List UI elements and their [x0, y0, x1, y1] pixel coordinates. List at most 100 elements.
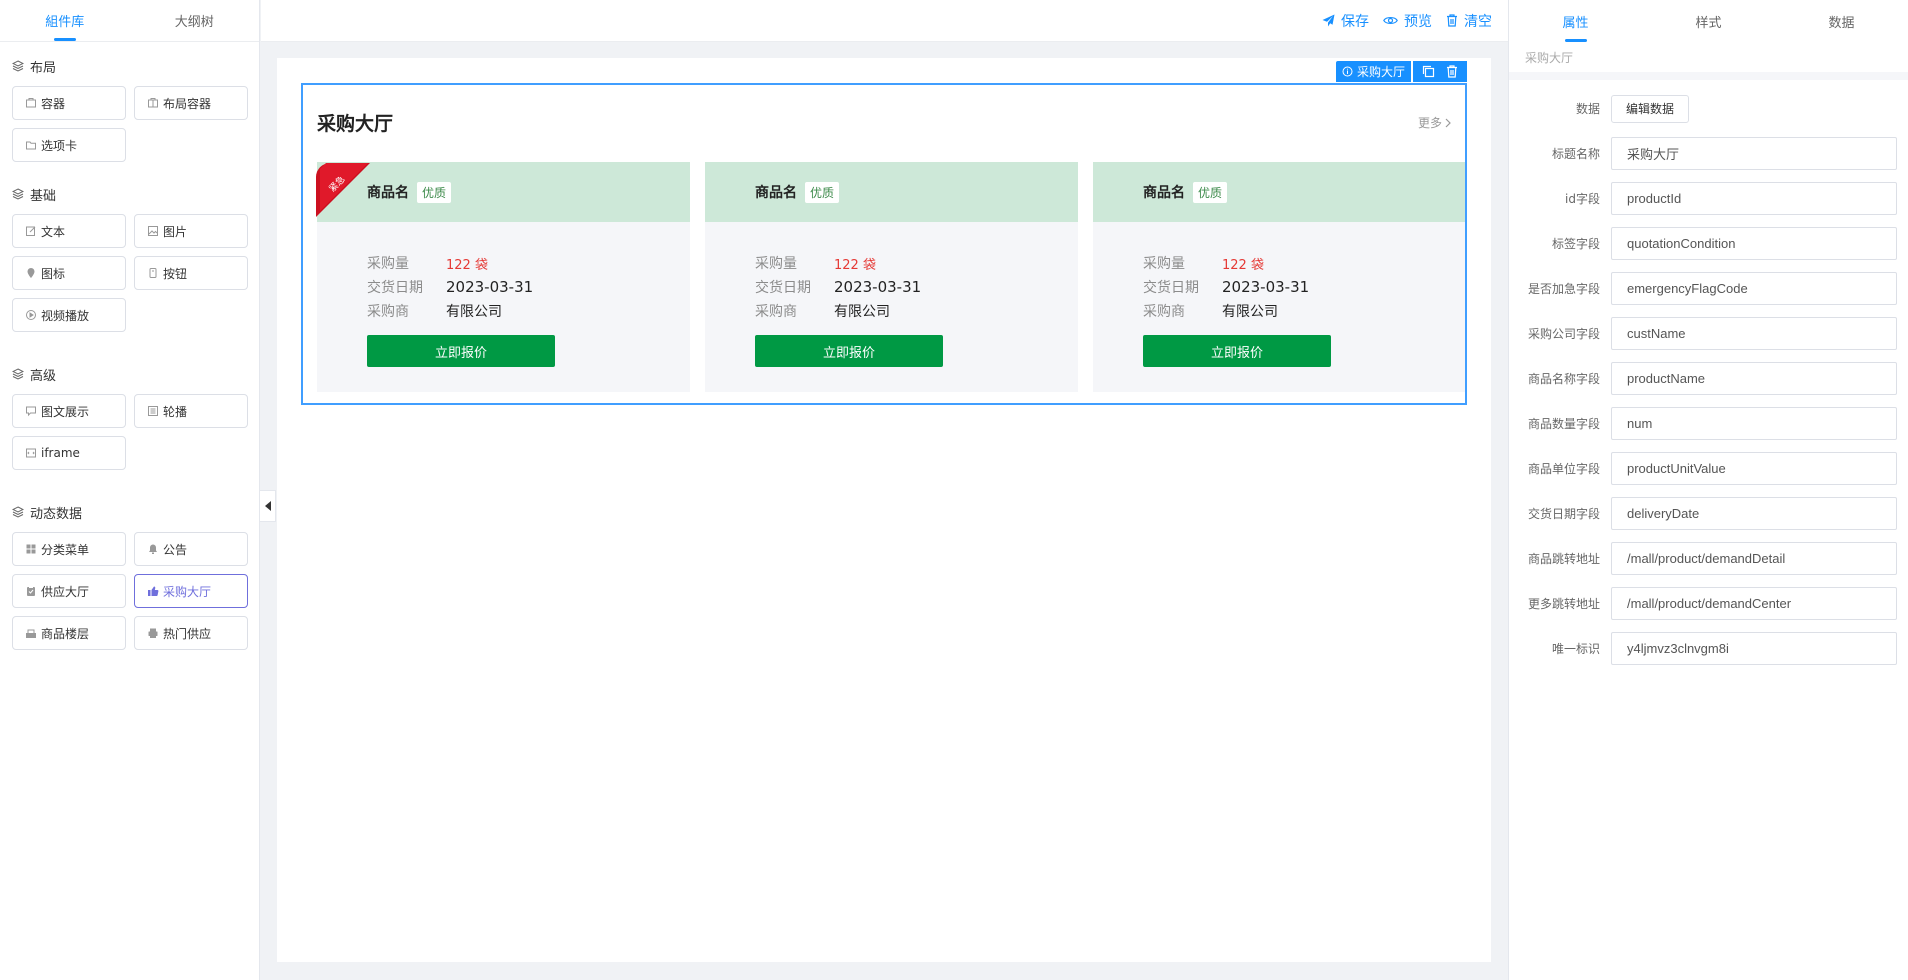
component-label: 图片: [163, 224, 188, 239]
field-input-unique-id[interactable]: y4ljmvz3clnvgm8i: [1611, 632, 1897, 665]
clear-button[interactable]: 清空: [1446, 11, 1492, 31]
field-input-tag[interactable]: quotationCondition: [1611, 227, 1897, 260]
component-label: 供应大厅: [41, 584, 90, 599]
component-hot-supply[interactable]: 热门供应: [134, 616, 248, 650]
category-title: 基础: [30, 188, 57, 204]
component-label: iframe: [41, 446, 80, 460]
tab-styles[interactable]: 样式: [1642, 0, 1775, 42]
preview-button[interactable]: 预览: [1383, 11, 1432, 31]
quality-tag: 优质: [805, 181, 840, 203]
component-category-menu[interactable]: 分类菜单: [12, 532, 126, 566]
component-label: 热门供应: [163, 626, 212, 641]
quote-button[interactable]: 立即报价: [1143, 335, 1331, 367]
copy-icon[interactable]: [1422, 65, 1435, 78]
field-label: 商品数量字段: [1527, 417, 1600, 431]
date-row: 交货日期 2023-03-31: [367, 275, 690, 299]
tab-data[interactable]: 数据: [1775, 0, 1908, 42]
field-row: id字段 productId: [1509, 182, 1908, 215]
quote-button[interactable]: 立即报价: [755, 335, 943, 367]
component-product-floor[interactable]: 商品楼层: [12, 616, 126, 650]
field-label: 是否加急字段: [1527, 282, 1600, 296]
demand-card: 商品名 优质 采购量 122 袋 交货日期 2023-03-31 采购商 有限公司 立…: [316, 159, 690, 392]
iframe-icon: [25, 447, 37, 459]
container-icon: [25, 97, 37, 109]
category-advanced: 高级: [0, 364, 259, 384]
date-label: 交货日期: [1143, 280, 1199, 296]
quantity-row: 采购量 122 袋: [367, 251, 690, 275]
layers-icon: [12, 188, 24, 200]
field-row: 是否加急字段 emergencyFlagCode: [1509, 272, 1908, 305]
component-button[interactable]: 按钮: [134, 256, 248, 290]
field-input-unit[interactable]: productUnitValue: [1611, 452, 1897, 485]
shop-floor-icon: [25, 627, 37, 639]
save-label: 保存: [1341, 13, 1369, 30]
buyer-row: 采购商 有限公司: [755, 299, 1078, 323]
field-input-urgent[interactable]: emergencyFlagCode: [1611, 272, 1897, 305]
component-image-text[interactable]: 图文展示: [12, 394, 126, 428]
date-value: 2023-03-31: [1222, 278, 1310, 296]
component-text[interactable]: 文本: [12, 214, 126, 248]
tab-properties[interactable]: 属性: [1509, 0, 1642, 42]
field-input-delivery-date[interactable]: deliveryDate: [1611, 497, 1897, 530]
field-input-quantity[interactable]: num: [1611, 407, 1897, 440]
component-label: 公告: [163, 542, 188, 557]
editor-toolbar: 保存 预览 清空: [261, 0, 1508, 42]
component-container[interactable]: 容器: [12, 86, 126, 120]
quantity-value: 122 袋: [834, 257, 876, 273]
collapse-panel-button[interactable]: [260, 490, 276, 522]
layers-icon: [12, 60, 24, 72]
printer-icon: [147, 627, 159, 639]
tab-outline-tree[interactable]: 大纲树: [130, 0, 260, 41]
quality-tag: 优质: [417, 181, 452, 203]
component-image[interactable]: 图片: [134, 214, 248, 248]
field-row: 商品数量字段 num: [1509, 407, 1908, 440]
date-row: 交货日期 2023-03-31: [1143, 275, 1465, 299]
more-link[interactable]: 更多: [1418, 114, 1451, 131]
video-play-icon: [25, 309, 37, 321]
urgent-ribbon: 紧急: [316, 159, 374, 217]
component-purchase-hall[interactable]: 采购大厅: [134, 574, 248, 608]
edit-data-button[interactable]: 编辑数据: [1611, 94, 1690, 123]
component-iframe[interactable]: iframe: [12, 436, 126, 470]
button-icon: [147, 267, 159, 279]
demand-card: 商品名 优质 采购量 122 袋 交货日期 2023-03-31 采购商 有限公司 立…: [1093, 162, 1465, 392]
tab-component-library[interactable]: 組件库: [0, 0, 130, 41]
field-input-title[interactable]: 采购大厅: [1611, 137, 1897, 170]
field-input-id[interactable]: productId: [1611, 182, 1897, 215]
field-label: 交货日期字段: [1527, 507, 1600, 521]
component-label: 选项卡: [41, 138, 78, 153]
component-tabs[interactable]: 选项卡: [12, 128, 126, 162]
field-input-more-url[interactable]: /mall/product/demandCenter: [1611, 587, 1897, 620]
delete-icon[interactable]: [1446, 65, 1458, 78]
component-carousel[interactable]: 轮播: [134, 394, 248, 428]
advanced-components: 图文展示 轮播 iframe: [0, 384, 259, 470]
component-layout-container[interactable]: 布局容器: [134, 86, 248, 120]
save-button[interactable]: 保存: [1322, 11, 1369, 31]
clear-label: 清空: [1464, 13, 1492, 30]
card-info: 采购量 122 袋 交货日期 2023-03-31 采购商 有限公司: [317, 222, 690, 323]
field-input-company[interactable]: custName: [1611, 317, 1897, 350]
selected-component-name: 采购大厅: [1357, 65, 1406, 79]
component-label: 视频播放: [41, 308, 90, 323]
field-row: 交货日期字段 deliveryDate: [1509, 497, 1908, 530]
demand-card: 商品名 优质 采购量 122 袋 交货日期 2023-03-31 采购商 有限公司 立…: [705, 162, 1078, 392]
component-video[interactable]: 视频播放: [12, 298, 126, 332]
category-title: 布局: [30, 60, 57, 76]
component-label: 商品楼层: [41, 626, 90, 641]
field-input-product-name[interactable]: productName: [1611, 362, 1897, 395]
picture-icon: [147, 225, 159, 237]
field-input-product-url[interactable]: /mall/product/demandDetail: [1611, 542, 1897, 575]
component-label: 图标: [41, 266, 66, 281]
component-supply-hall[interactable]: 供应大厅: [12, 574, 126, 608]
field-label: 标题名称: [1551, 147, 1600, 161]
caret-left-icon: [264, 501, 271, 511]
quantity-value: 122 袋: [446, 257, 488, 273]
category-layout: 布局: [0, 56, 259, 76]
purchase-hall-component[interactable]: 采购大厅 更多 商品名 优质 采购量 122 袋 交货日期 2023-03-31 采…: [301, 83, 1467, 405]
buyer-label: 采购商: [367, 304, 409, 320]
component-notice[interactable]: 公告: [134, 532, 248, 566]
edit-icon: [25, 225, 37, 237]
field-row: 商品跳转地址/mall/product/demandDetail: [1509, 542, 1908, 575]
quote-button[interactable]: 立即报价: [367, 335, 555, 367]
component-icon[interactable]: 图标: [12, 256, 126, 290]
